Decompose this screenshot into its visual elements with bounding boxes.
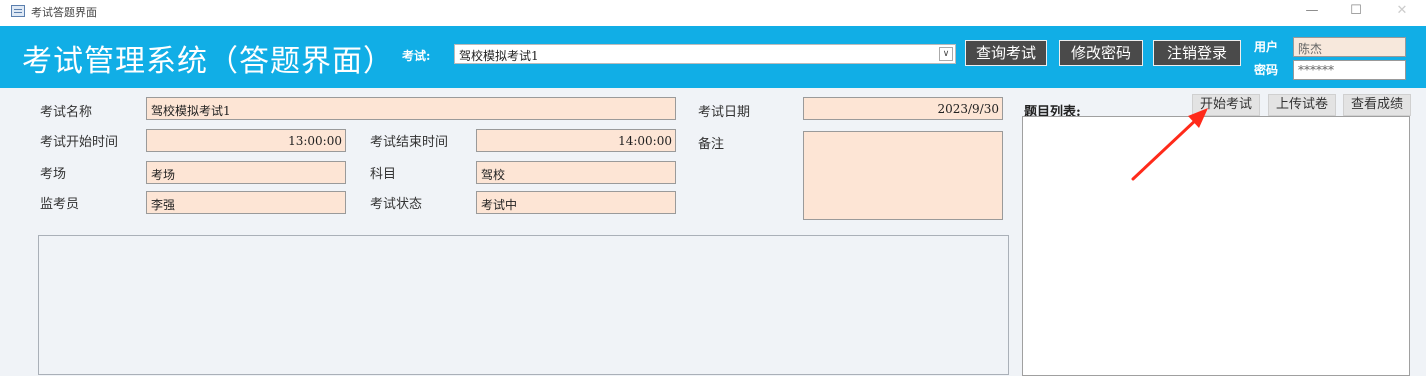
end-time-label: 考试结束时间	[370, 135, 449, 150]
maximize-button[interactable]: ☐	[1346, 3, 1366, 21]
window-title: 考试答题界面	[31, 6, 97, 19]
question-list[interactable]	[1022, 116, 1410, 376]
venue-field[interactable]: 考场	[146, 161, 346, 184]
start-time-label: 考试开始时间	[40, 135, 119, 150]
subject-field[interactable]: 驾校	[476, 161, 676, 184]
user-label: 用户	[1254, 40, 1279, 54]
header-bar: 考试管理系统（答题界面） 考试: 驾校模拟考试1 ∨ 查询考试 修改密码 注销登…	[0, 26, 1426, 88]
exam-select-value: 驾校模拟考试1	[459, 49, 539, 63]
upload-paper-button[interactable]: 上传试卷	[1268, 94, 1336, 116]
app-title: 考试管理系统（答题界面）	[22, 44, 394, 79]
exam-select[interactable]: 驾校模拟考试1 ∨	[454, 44, 956, 64]
minimize-button[interactable]: —	[1302, 3, 1322, 21]
exam-date-label: 考试日期	[698, 105, 751, 120]
exam-label: 考试:	[402, 49, 431, 63]
proctor-field[interactable]: 李强	[146, 191, 346, 214]
annotation-arrow-icon	[1131, 108, 1208, 181]
user-field[interactable]: 陈杰	[1293, 37, 1406, 57]
venue-label: 考场	[40, 167, 67, 182]
change-password-button[interactable]: 修改密码	[1059, 40, 1143, 66]
exam-date-field[interactable]: 2023/9/30	[803, 97, 1003, 120]
chevron-down-icon[interactable]: ∨	[939, 47, 953, 61]
form-icon	[11, 5, 25, 17]
subject-label: 科目	[370, 167, 397, 182]
status-label: 考试状态	[370, 197, 423, 212]
view-score-button[interactable]: 查看成绩	[1343, 94, 1411, 116]
password-label: 密码	[1254, 63, 1279, 77]
window-titlebar: 考试答题界面 — ☐ ✕	[0, 0, 1426, 26]
close-button[interactable]: ✕	[1392, 3, 1412, 21]
status-field[interactable]: 考试中	[476, 191, 676, 214]
exam-name-field[interactable]: 驾校模拟考试1	[146, 97, 676, 120]
start-time-field[interactable]: 13:00:00	[146, 129, 346, 152]
password-field[interactable]: ******	[1293, 60, 1406, 80]
answer-area[interactable]	[38, 235, 1009, 375]
end-time-field[interactable]: 14:00:00	[476, 129, 676, 152]
proctor-label: 监考员	[40, 197, 80, 212]
exam-name-label: 考试名称	[40, 105, 93, 120]
query-exam-button[interactable]: 查询考试	[965, 40, 1047, 66]
remark-field[interactable]	[803, 131, 1003, 220]
remark-label: 备注	[698, 137, 725, 152]
logout-button[interactable]: 注销登录	[1153, 40, 1241, 66]
